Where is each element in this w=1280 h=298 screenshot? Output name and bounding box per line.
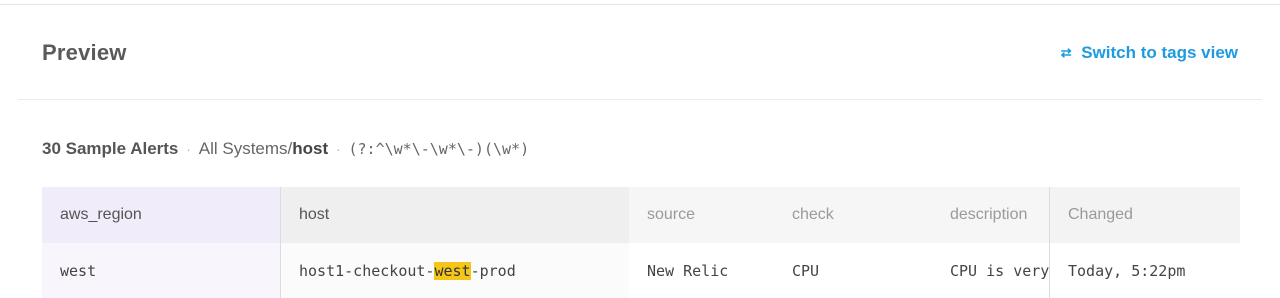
preview-header: Preview ⇄ Switch to tags view	[42, 36, 1238, 70]
column-header-source: source	[629, 187, 774, 243]
column-header-host: host	[280, 187, 629, 243]
preview-table: aws_region host source check description…	[42, 187, 1240, 298]
table-row: west host1-checkout-west -prod New Relic …	[42, 243, 1240, 298]
column-header-description: description	[932, 187, 1049, 243]
cell-host: host1-checkout-west -prod	[280, 243, 629, 298]
column-header-changed: Changed	[1049, 187, 1240, 243]
host-match-highlight: west	[434, 262, 471, 280]
column-header-aws-region: aws_region	[42, 187, 280, 243]
section-divider	[18, 99, 1262, 100]
system-field: host	[292, 139, 329, 158]
page-title: Preview	[42, 40, 127, 65]
switch-to-tags-view-label: Switch to tags view	[1081, 43, 1238, 62]
column-header-check: check	[774, 187, 932, 243]
cell-source: New Relic	[629, 243, 774, 298]
sample-count: 30 Sample Alerts	[42, 139, 179, 158]
cell-check: CPU	[774, 243, 932, 298]
cell-description: CPU is very high	[932, 243, 1049, 298]
separator-dot: ·	[186, 141, 191, 157]
host-prefix: host1-checkout-	[299, 262, 435, 280]
separator-dot: ·	[336, 141, 341, 157]
sample-summary: 30 Sample Alerts · All Systems/host · (?…	[42, 137, 529, 161]
swap-icon: ⇄	[1060, 45, 1072, 60]
regex-pattern: (?:^\w*\-\w*\-)(\w*)	[348, 140, 530, 158]
system-path: All Systems/	[198, 139, 293, 158]
switch-to-tags-view-link[interactable]: ⇄ Switch to tags view	[1059, 43, 1238, 63]
cell-aws-region: west	[42, 243, 280, 298]
top-rule	[0, 4, 1280, 5]
cell-changed: Today, 5:22pm	[1049, 243, 1240, 298]
host-suffix: -prod	[470, 262, 516, 280]
table-header-row: aws_region host source check description…	[42, 187, 1240, 243]
